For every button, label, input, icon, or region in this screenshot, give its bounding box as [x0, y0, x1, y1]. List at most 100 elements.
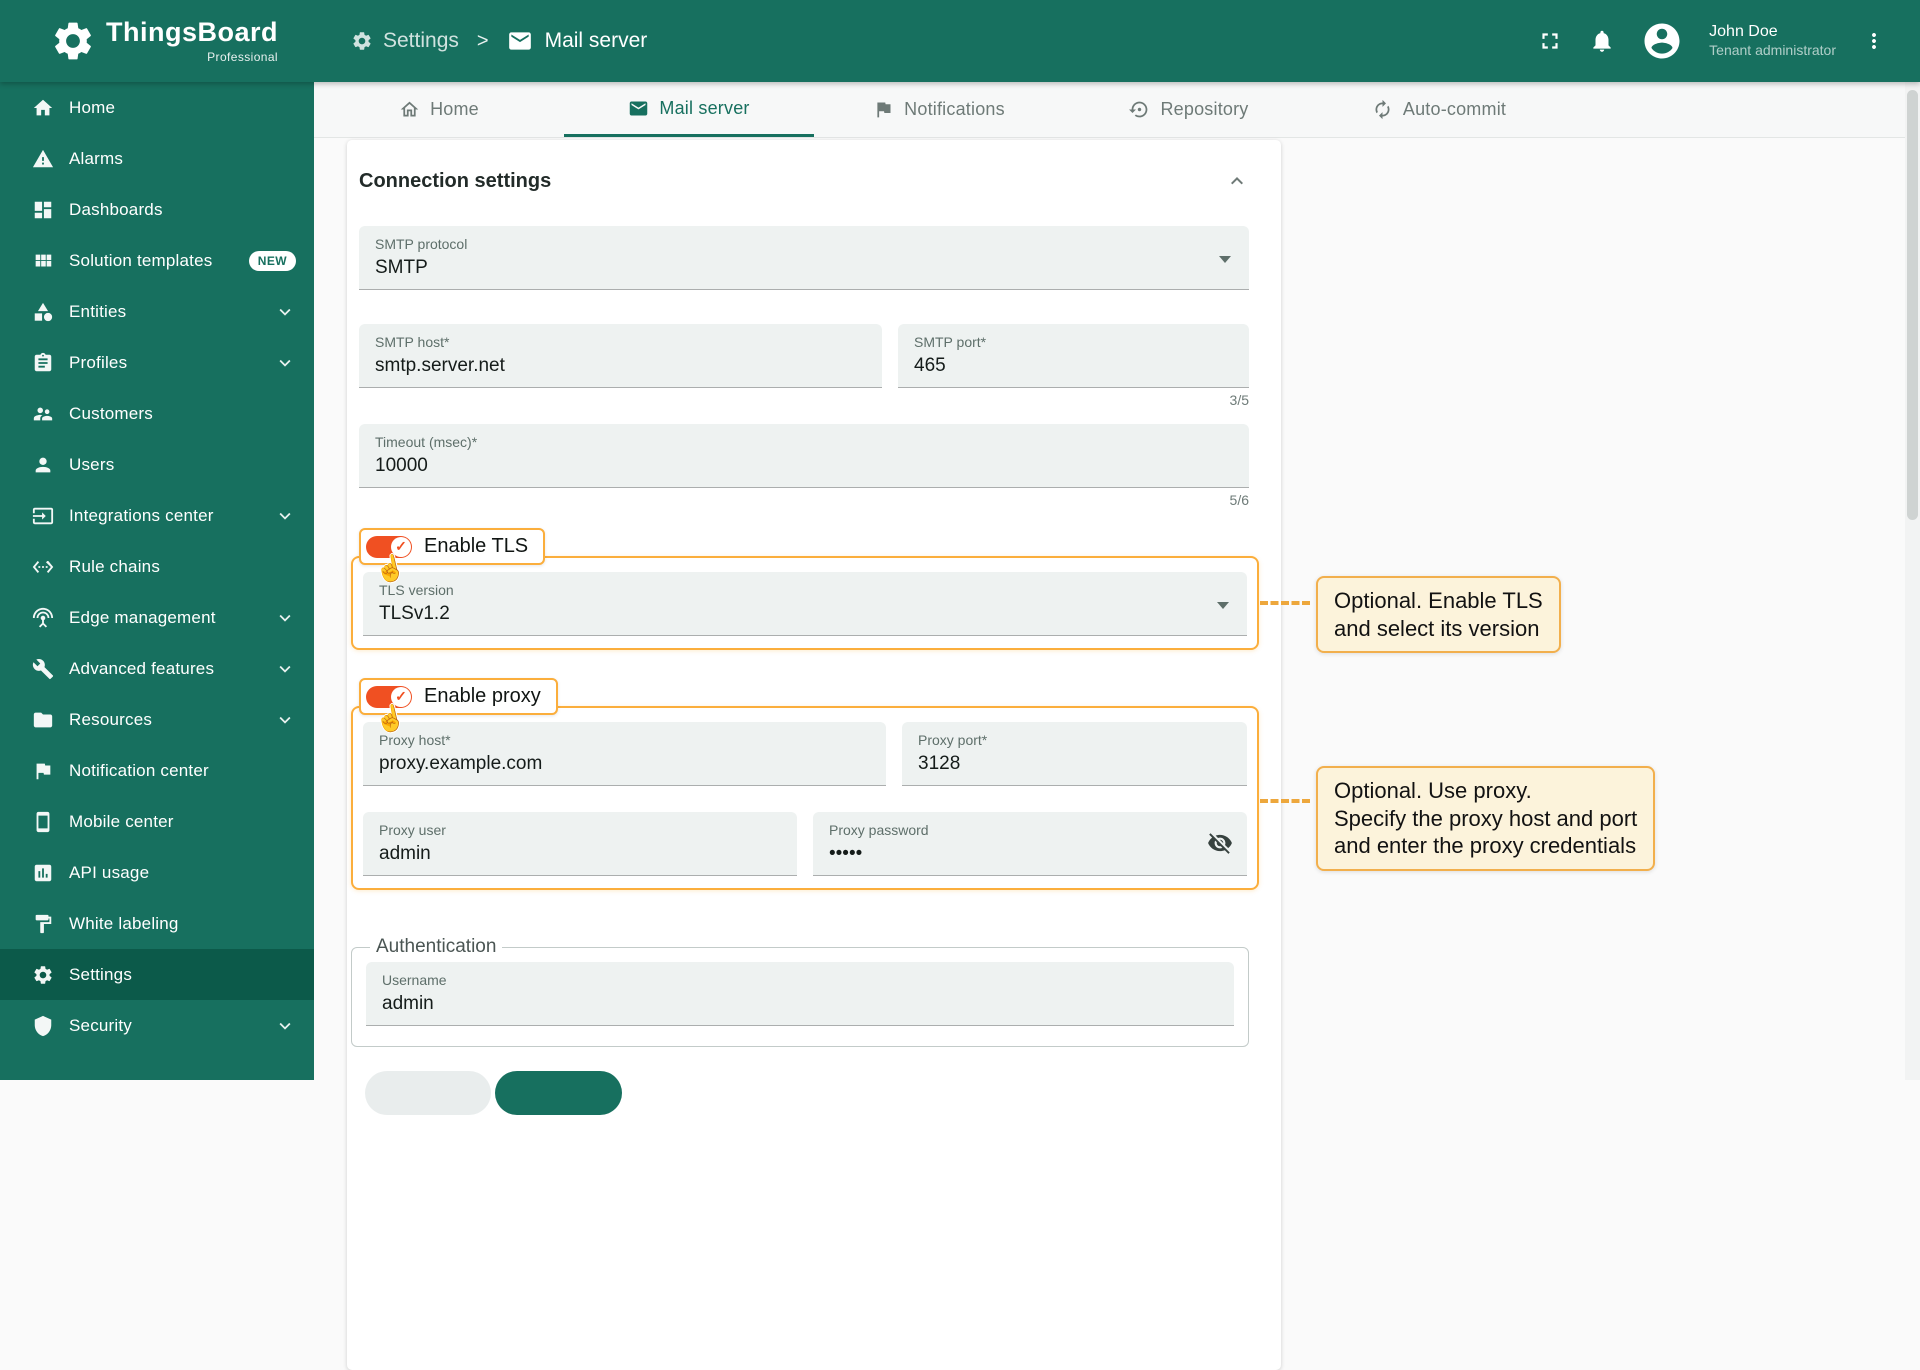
- sidebar-item-alarms[interactable]: Alarms: [0, 133, 314, 184]
- fullscreen-button[interactable]: [1537, 28, 1563, 54]
- resources-icon: [31, 708, 55, 732]
- security-icon: [31, 1014, 55, 1038]
- sidebar-item-api-usage[interactable]: API usage: [0, 847, 314, 898]
- proxy-user-field[interactable]: Proxy user admin: [363, 812, 797, 876]
- proxy-section-highlight: Proxy host* proxy.example.com Proxy port…: [351, 706, 1259, 890]
- smtp-port-counter: 3/5: [1229, 392, 1249, 408]
- white-labeling-icon: [31, 912, 55, 936]
- partial-button-primary[interactable]: [495, 1071, 622, 1115]
- app-logo: ThingsBoard Professional: [0, 18, 314, 64]
- home-icon: [31, 96, 55, 120]
- partial-button-secondary[interactable]: [365, 1071, 491, 1115]
- sidebar-item-advanced-features[interactable]: Advanced features: [0, 643, 314, 694]
- customers-icon: [31, 402, 55, 426]
- new-badge: NEW: [248, 250, 296, 271]
- tab-auto-commit[interactable]: Auto-commit: [1314, 82, 1564, 137]
- tls-section-highlight: TLS version TLSv1.2: [351, 556, 1259, 650]
- tls-version-select[interactable]: TLS version TLSv1.2: [363, 572, 1247, 636]
- chevron-down-icon: [274, 505, 296, 527]
- sidebar-item-notification-center[interactable]: Notification center: [0, 745, 314, 796]
- tab-repository[interactable]: Repository: [1064, 82, 1314, 137]
- chevron-down-icon: [274, 301, 296, 323]
- api-usage-icon: [31, 861, 55, 885]
- smtp-protocol-select[interactable]: SMTP protocol SMTP: [359, 226, 1249, 290]
- user-name: John Doe: [1709, 23, 1778, 41]
- rule-chains-icon: [31, 555, 55, 579]
- more-vert-button[interactable]: [1862, 29, 1886, 53]
- sidebar-item-security[interactable]: Security: [0, 1000, 314, 1051]
- sidebar-item-edge-management[interactable]: Edge management: [0, 592, 314, 643]
- alarms-icon: [31, 147, 55, 171]
- chevron-down-icon: [274, 658, 296, 680]
- collapse-icon[interactable]: [1225, 169, 1249, 193]
- advanced-features-icon: [31, 657, 55, 681]
- authentication-legend: Authentication: [376, 936, 497, 957]
- dropdown-arrow-icon: [1217, 602, 1229, 609]
- app-name: ThingsBoard: [106, 16, 278, 47]
- chevron-down-icon: [274, 1015, 296, 1037]
- notification-center-icon: [31, 759, 55, 783]
- chevron-down-icon: [274, 607, 296, 629]
- integrations-center-icon: [31, 504, 55, 528]
- proxy-port-field[interactable]: Proxy port* 3128: [902, 722, 1247, 786]
- smtp-port-field[interactable]: SMTP port* 465: [898, 324, 1249, 388]
- sidebar-item-customers[interactable]: Customers: [0, 388, 314, 439]
- home-icon: [399, 99, 420, 120]
- notifications-bell-button[interactable]: [1589, 28, 1615, 54]
- mail-icon: [507, 28, 533, 54]
- visibility-off-icon[interactable]: [1207, 830, 1233, 856]
- smtp-host-field[interactable]: SMTP host* smtp.server.net: [359, 324, 882, 388]
- proxy-host-field[interactable]: Proxy host* proxy.example.com: [363, 722, 886, 786]
- sidebar-item-integrations-center[interactable]: Integrations center: [0, 490, 314, 541]
- users-icon: [31, 453, 55, 477]
- chevron-down-icon: [274, 709, 296, 731]
- sidebar-item-users[interactable]: Users: [0, 439, 314, 490]
- user-role: Tenant administrator: [1709, 42, 1836, 59]
- edge-management-icon: [31, 606, 55, 630]
- chevron-down-icon: [274, 352, 296, 374]
- thingsboard-logo-icon: [50, 18, 96, 64]
- flag-icon: [873, 99, 894, 120]
- timeout-counter: 5/6: [1229, 492, 1249, 508]
- dashboards-icon: [31, 198, 55, 222]
- sidebar-item-resources[interactable]: Resources: [0, 694, 314, 745]
- tutorial-callout-tls: Optional. Enable TLS and select its vers…: [1316, 576, 1561, 653]
- sidebar-item-home[interactable]: Home: [0, 82, 314, 133]
- callout-connector-proxy: [1260, 799, 1310, 803]
- authentication-fieldset: Authentication Username admin: [351, 936, 1249, 1047]
- proxy-password-field[interactable]: Proxy password •••••: [813, 812, 1247, 876]
- sidebar-item-rule-chains[interactable]: Rule chains: [0, 541, 314, 592]
- app-edition: Professional: [207, 49, 278, 64]
- sidebar-item-mobile-center[interactable]: Mobile center: [0, 796, 314, 847]
- sidebar-item-white-labeling[interactable]: White labeling: [0, 898, 314, 949]
- gear-icon: [351, 30, 373, 52]
- solution-templates-icon: [31, 249, 55, 273]
- tab-notifications[interactable]: Notifications: [814, 82, 1064, 137]
- mail-server-settings-card: Connection settings SMTP protocol SMTP S…: [347, 140, 1281, 1370]
- sidebar: Home Alarms Dashboards Solution template…: [0, 82, 314, 1080]
- entities-icon: [31, 300, 55, 324]
- sidebar-item-solution-templates[interactable]: Solution templates NEW: [0, 235, 314, 286]
- app-header: ThingsBoard Professional Settings > Mail…: [0, 0, 1920, 82]
- tabbar: Home Mail server Notifications Repositor…: [314, 82, 1920, 138]
- mobile-center-icon: [31, 810, 55, 834]
- tab-home[interactable]: Home: [314, 82, 564, 137]
- user-info: John Doe Tenant administrator: [1709, 22, 1836, 60]
- connection-settings-header[interactable]: Connection settings: [359, 158, 1249, 204]
- sidebar-item-dashboards[interactable]: Dashboards: [0, 184, 314, 235]
- breadcrumb-settings[interactable]: Settings: [351, 29, 459, 53]
- sidebar-item-entities[interactable]: Entities: [0, 286, 314, 337]
- sidebar-item-settings[interactable]: Settings: [0, 949, 314, 1000]
- scrollbar-thumb[interactable]: [1907, 90, 1918, 520]
- sidebar-item-profiles[interactable]: Profiles: [0, 337, 314, 388]
- panel-title: Connection settings: [359, 169, 552, 192]
- breadcrumb-page: Mail server: [507, 28, 647, 54]
- username-field[interactable]: Username admin: [366, 962, 1234, 1026]
- timeout-field[interactable]: Timeout (msec)* 10000: [359, 424, 1249, 488]
- tab-mail-server[interactable]: Mail server: [564, 82, 814, 137]
- avatar[interactable]: [1641, 20, 1683, 62]
- profiles-icon: [31, 351, 55, 375]
- breadcrumb-separator: >: [476, 29, 489, 52]
- scrollbar-track[interactable]: [1905, 82, 1920, 1080]
- form-actions: [365, 1071, 1249, 1115]
